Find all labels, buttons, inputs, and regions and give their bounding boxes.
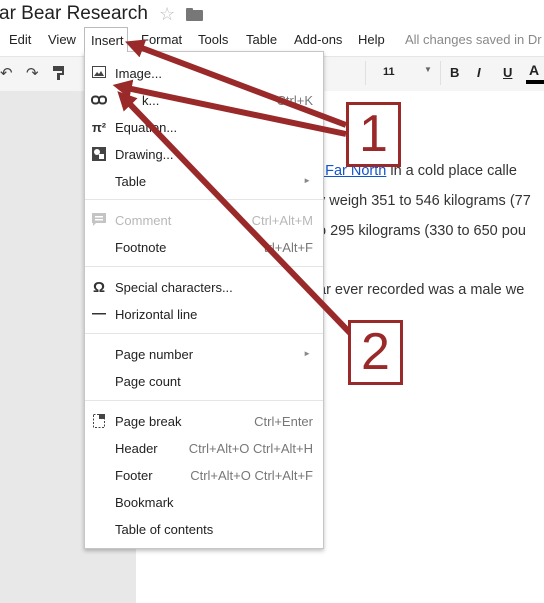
annotation-step-2: 2 [348,320,403,385]
annotation-step-1: 1 [346,102,401,167]
annotation-arrows [112,39,355,338]
annotation-arrow-image-2 [117,91,355,338]
